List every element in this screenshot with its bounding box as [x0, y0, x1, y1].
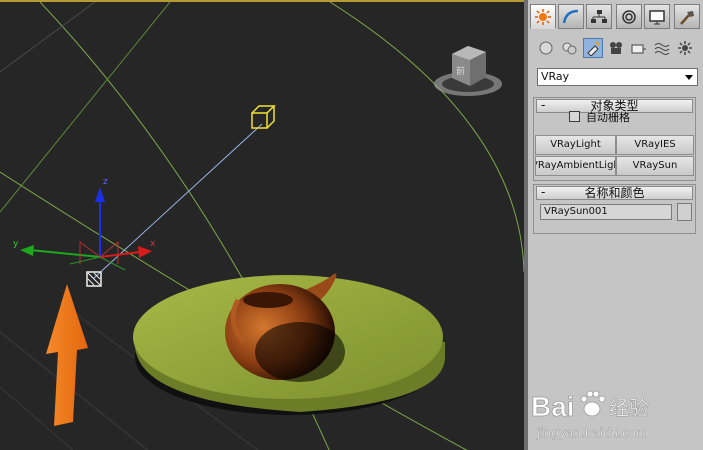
object-name-input[interactable]: VRaySun001	[540, 204, 672, 220]
gizmo-x-label: x	[150, 239, 156, 249]
lights-category[interactable]	[583, 38, 603, 58]
autogrid-checkbox[interactable]	[569, 111, 580, 122]
chevron-down-icon	[685, 75, 693, 80]
space-warps-category[interactable]	[652, 38, 672, 58]
create-tab[interactable]	[530, 4, 556, 29]
lights-flashlight-icon	[587, 41, 600, 56]
helpers-category[interactable]	[629, 38, 649, 58]
utilities-tab[interactable]	[674, 4, 700, 29]
shapes-icon	[562, 42, 577, 55]
cameras-icon	[610, 42, 622, 54]
modify-curve-icon	[562, 9, 579, 23]
helpers-tape-icon	[631, 44, 646, 54]
space-warps-wave-icon	[654, 43, 670, 55]
systems-category[interactable]	[675, 38, 695, 58]
autogrid-label: 自动栅格	[586, 111, 630, 124]
vraysun-button[interactable]: VRaySun	[616, 156, 694, 176]
collapse-minus-icon: -	[541, 185, 546, 199]
command-panel-tabs	[528, 4, 703, 30]
geometry-sphere-icon	[539, 41, 553, 55]
baidu-logo: Bai 经验 jingyan.baidu.com	[531, 390, 649, 440]
display-tab[interactable]	[644, 4, 670, 29]
sun-target-cube[interactable]	[251, 105, 276, 129]
gizmo-z-label: z	[103, 177, 108, 187]
name-color-title: 名称和颜色	[584, 186, 645, 200]
cameras-category[interactable]	[606, 38, 626, 58]
renderer-dropdown-value: VRay	[541, 70, 570, 83]
gizmo-y-label: y	[13, 239, 19, 249]
collapse-minus-icon: -	[541, 98, 546, 112]
utilities-hammer-icon	[680, 10, 694, 25]
hierarchy-tab[interactable]	[586, 4, 612, 29]
object-color-swatch[interactable]	[677, 203, 692, 221]
object-category-row	[536, 38, 701, 60]
create-sun-icon	[535, 8, 551, 25]
transform-gizmo[interactable]: z y x	[13, 177, 156, 287]
vrayies-button[interactable]: VRayIES	[616, 135, 694, 155]
viewcube-face-label: 前	[456, 65, 465, 77]
baidu-jingyan-watermark: Bai 经验 jingyan.baidu.com	[528, 382, 695, 442]
modify-tab[interactable]	[558, 4, 584, 29]
vrayambientlight-button[interactable]: VRayAmbientLight	[535, 156, 616, 176]
object-type-rollout: - 对象类型 自动栅格 VRayLight VRayIES VRayAmbien…	[533, 97, 696, 181]
command-panel: VRay - 对象类型 自动栅格 VRayLight VRayIES VRayA…	[528, 0, 703, 450]
shapes-category[interactable]	[559, 38, 579, 58]
vraylight-button[interactable]: VRayLight	[535, 135, 616, 155]
geometry-category[interactable]	[536, 38, 556, 58]
orange-pointer-arrow	[46, 284, 88, 426]
jingyan-text: 经验	[609, 396, 649, 420]
scene-canvas[interactable]: z y x 前	[0, 2, 524, 450]
perspective-viewport[interactable]: z y x 前	[0, 0, 524, 450]
systems-gear-icon	[678, 41, 692, 55]
viewcube[interactable]: 前	[434, 46, 502, 96]
paw-icon	[580, 390, 606, 417]
baidu-logo-text: Bai	[531, 391, 575, 422]
name-color-rollout: - 名称和颜色 VRaySun001	[533, 184, 696, 234]
jingyan-url: jingyan.baidu.com	[536, 426, 648, 440]
motion-circle-icon	[622, 9, 636, 24]
motion-tab[interactable]	[616, 4, 642, 29]
renderer-dropdown[interactable]: VRay	[537, 68, 698, 86]
name-color-rollout-header[interactable]: - 名称和颜色	[536, 186, 693, 200]
hierarchy-icon	[591, 9, 607, 23]
display-monitor-icon	[649, 9, 665, 24]
